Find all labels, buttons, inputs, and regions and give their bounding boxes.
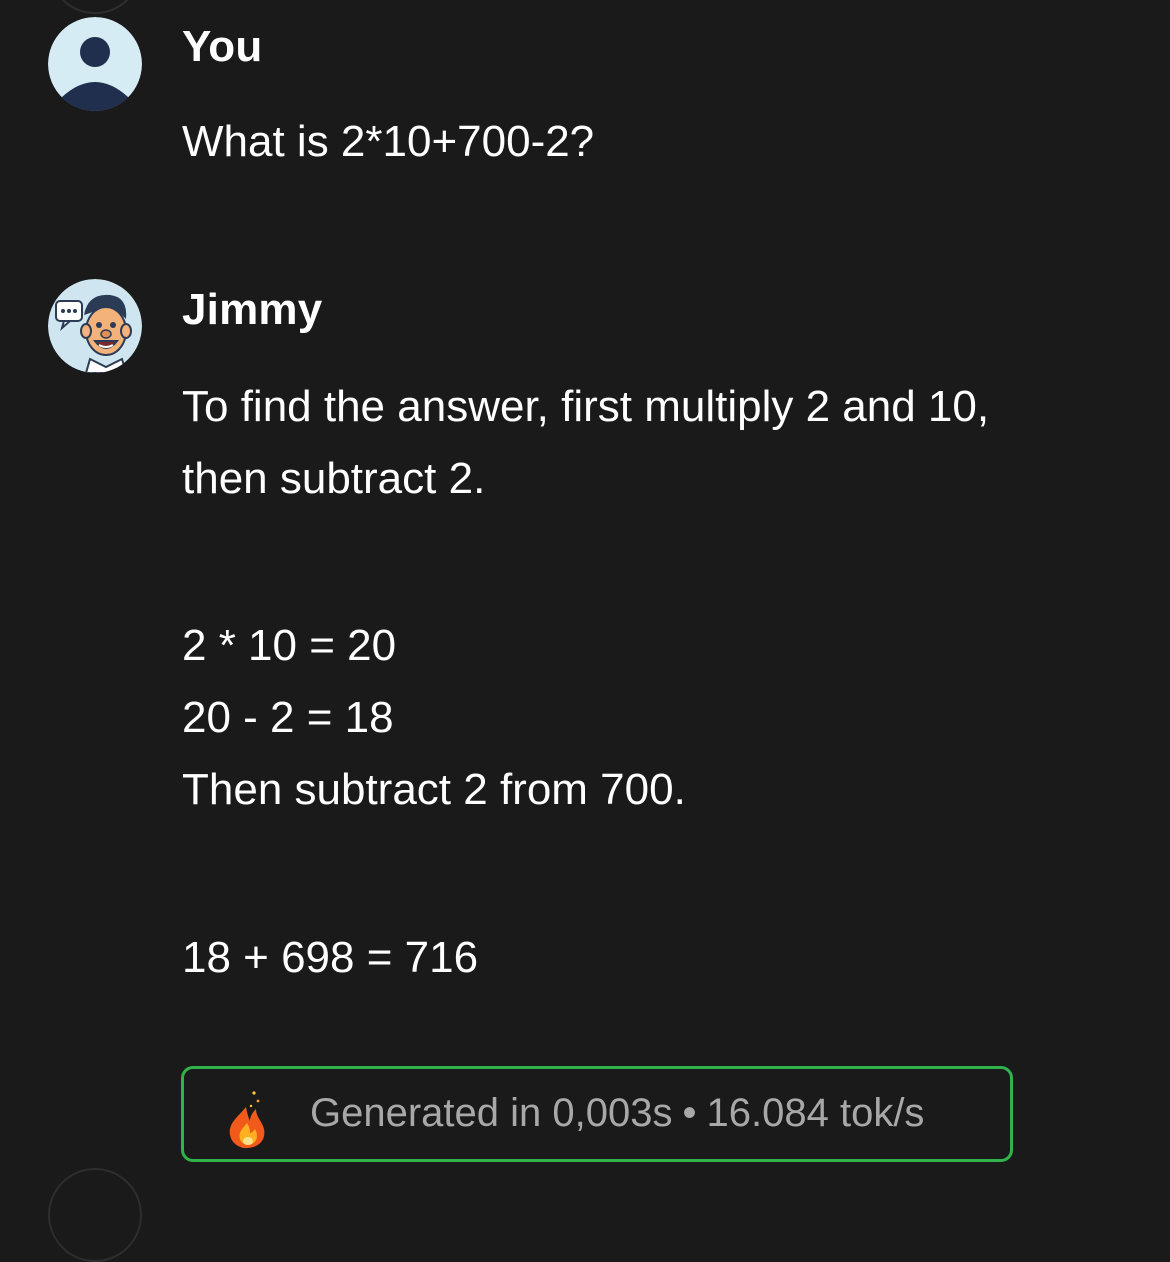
generated-time-label: Generated in 0,003s [310, 1091, 673, 1135]
generation-stats-badge: Generated in 0,003s • 16.084 tok/s [181, 1066, 1013, 1162]
user-avatar [48, 17, 142, 111]
next-avatar-outline [48, 1168, 142, 1262]
sender-name-you: You [182, 22, 263, 71]
jimmy-avatar [48, 279, 142, 373]
generation-stats-text: Generated in 0,003s • 16.084 tok/s [310, 1091, 924, 1136]
bot-message-line: To find the answer, first multiply 2 and… [182, 382, 990, 431]
bot-message-line: 2 * 10 = 20 [182, 621, 397, 670]
fire-icon [229, 1091, 265, 1149]
user-icon [48, 17, 142, 111]
bot-message-line: 20 - 2 = 18 [182, 693, 394, 742]
bot-message-line: Then subtract 2 from 700. [182, 765, 686, 814]
jimmy-cartoon-icon [48, 279, 142, 373]
stats-separator: • [682, 1091, 697, 1135]
bot-message-line: then subtract 2. [182, 454, 486, 503]
sender-name-jimmy: Jimmy [182, 285, 323, 334]
user-message-text: What is 2*10+700-2? [182, 117, 595, 166]
tokens-per-second-label: 16.084 tok/s [706, 1091, 925, 1135]
previous-avatar-outline [48, 0, 142, 14]
bot-message-line: 18 + 698 = 716 [182, 933, 479, 982]
